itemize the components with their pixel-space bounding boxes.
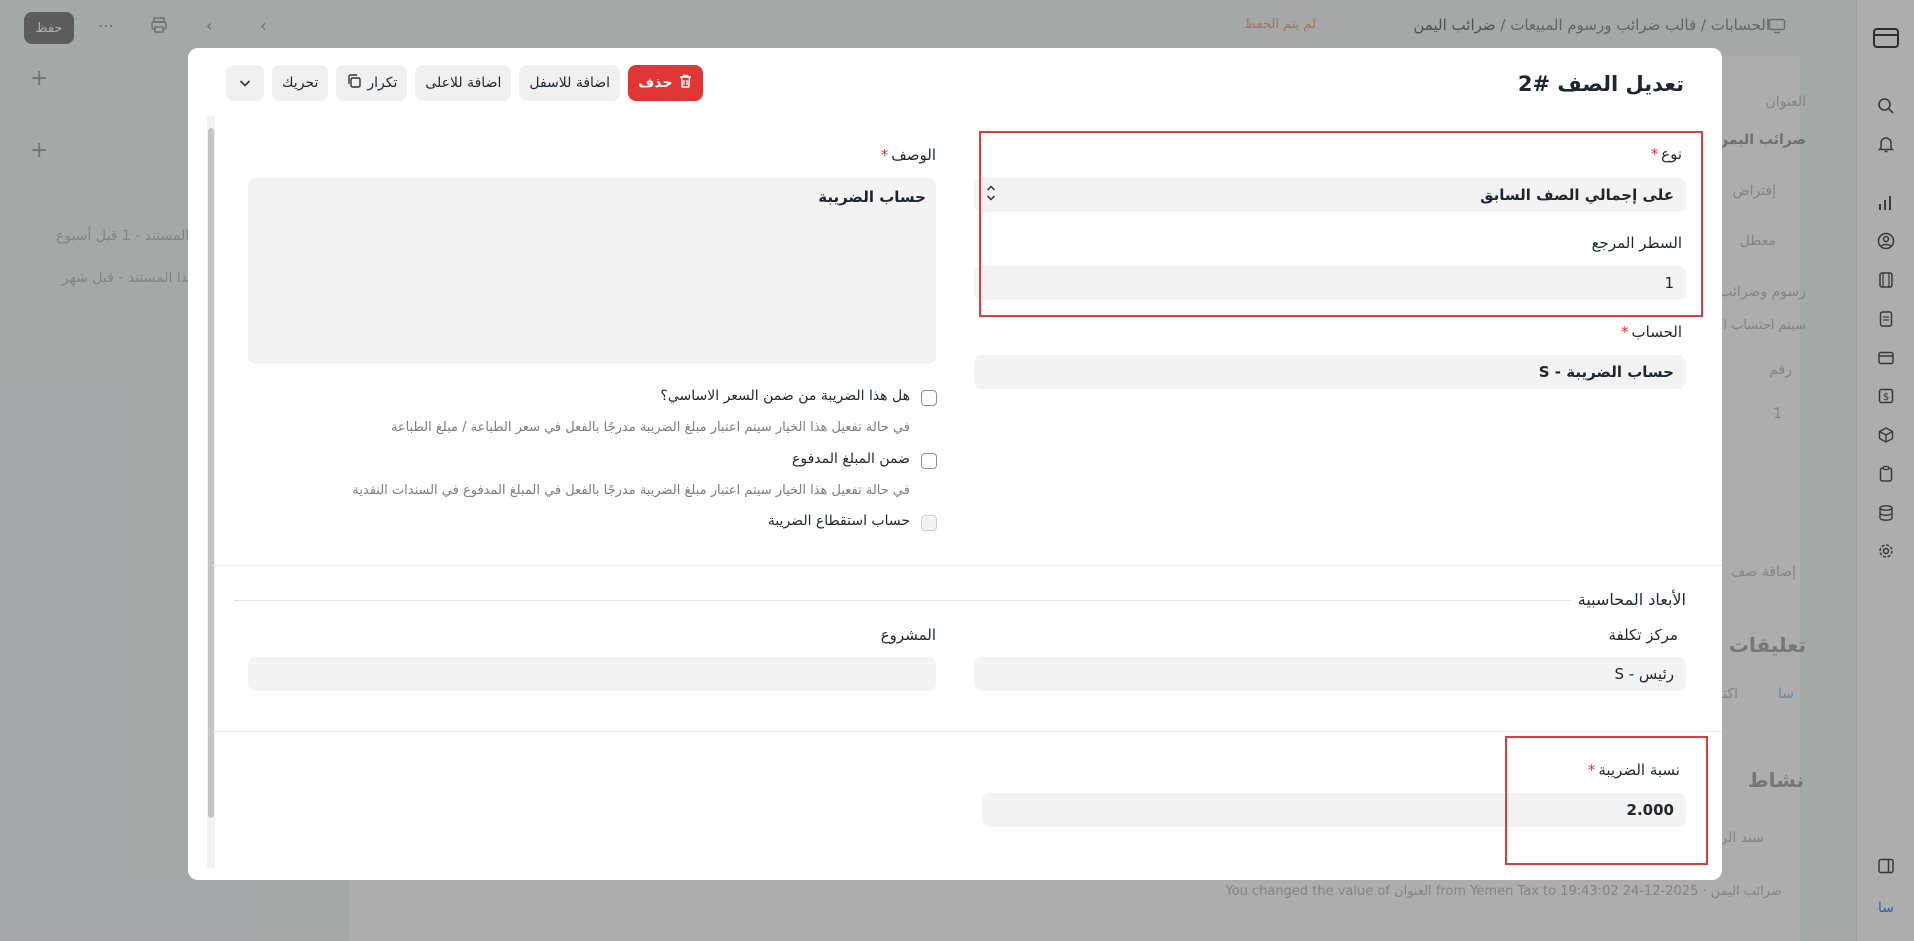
- section-divider: [212, 565, 1722, 566]
- included-in-rate-hint: في حالة تفعيل هذا الخيار سيتم اعتبار مبل…: [390, 420, 910, 435]
- dialog-toolbar: حذف اضافة للاسفل اضافة للاعلى تكرار تحري…: [226, 65, 703, 101]
- section-divider: [212, 731, 1722, 732]
- insert-above-button[interactable]: اضافة للاعلى: [415, 65, 512, 101]
- chevron-down-icon[interactable]: [226, 65, 264, 101]
- duplicate-label: تكرار: [367, 75, 398, 91]
- trash-icon: [678, 73, 693, 93]
- cost-center-input[interactable]: رئيس - S: [974, 657, 1686, 691]
- edit-row-dialog: تعديل الصف #2 حذف اضافة للاسفل اضافة للا…: [188, 48, 1722, 880]
- highlight-box: [979, 131, 1703, 317]
- included-in-paid-hint: في حالة تفعيل هذا الخيار سيتم اعتبار مبل…: [352, 483, 910, 498]
- description-label: الوصف*: [880, 146, 936, 164]
- included-in-paid-label: ضمن المبلغ المدفوع: [792, 451, 910, 467]
- account-input[interactable]: حساب الضريبة - S: [974, 355, 1686, 389]
- cost-center-label: مركز تكلفة: [1608, 626, 1678, 644]
- copy-icon: [346, 73, 362, 93]
- duplicate-row-button[interactable]: تكرار: [336, 65, 408, 101]
- dimensions-heading: الأبعاد المحاسبية: [1571, 590, 1686, 609]
- project-input[interactable]: [248, 657, 936, 691]
- delete-label: حذف: [638, 75, 673, 91]
- dialog-scrollbar[interactable]: [207, 116, 215, 868]
- move-row-button[interactable]: تحريك: [272, 65, 329, 101]
- dialog-title: تعديل الصف #2: [1517, 72, 1684, 96]
- account-label: الحساب*: [1621, 323, 1682, 341]
- delete-row-button[interactable]: حذف: [628, 65, 703, 101]
- project-label: المشروع: [880, 626, 936, 644]
- scrollbar-thumb[interactable]: [208, 128, 214, 818]
- highlight-box: [1505, 736, 1708, 865]
- included-in-rate-checkbox[interactable]: [921, 390, 937, 406]
- included-in-paid-checkbox[interactable]: [921, 453, 937, 469]
- withholding-label: حساب استقطاع الضريبة: [767, 513, 910, 529]
- insert-below-button[interactable]: اضافة للاسفل: [519, 65, 621, 101]
- included-in-rate-label: هل هذا الضريبة من ضمن السعر الاساسي؟: [660, 388, 910, 404]
- dimensions-rule: [234, 600, 1686, 601]
- description-textarea[interactable]: حساب الضريبة: [248, 178, 936, 364]
- withholding-checkbox[interactable]: [921, 515, 937, 531]
